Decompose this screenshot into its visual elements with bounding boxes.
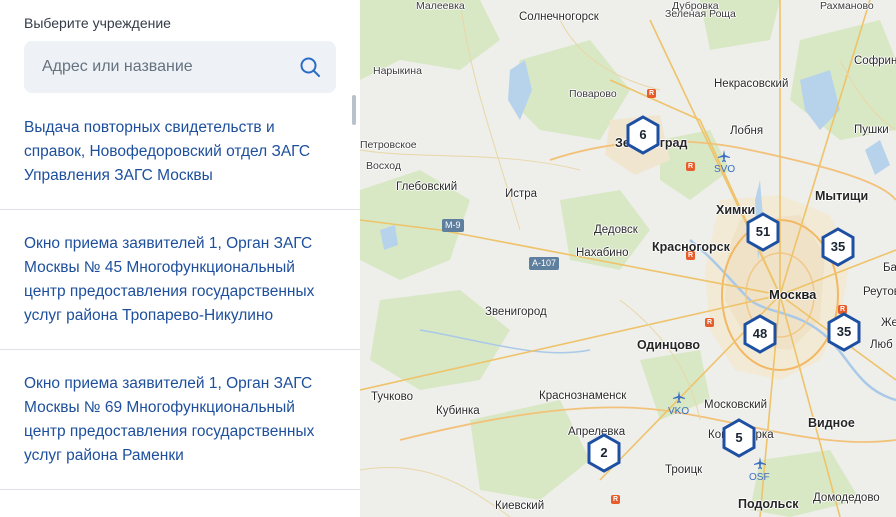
airport-label: OSF xyxy=(749,472,770,483)
place-label: Москва xyxy=(769,287,817,302)
place-label: Лобня xyxy=(730,125,764,137)
place-label: Малеевка xyxy=(416,0,465,12)
map-cluster-marker[interactable]: 35 xyxy=(820,227,856,267)
place-label: Тучково xyxy=(371,391,414,403)
place-label: Ба xyxy=(883,262,896,274)
place-label: Зеленая Роща xyxy=(665,8,736,20)
panel-label: Выберите учреждение xyxy=(24,15,171,31)
railway-icon: R xyxy=(611,495,620,504)
cluster-count: 2 xyxy=(600,445,608,460)
search-box xyxy=(24,41,336,93)
institution-panel: Выберите учреждение Выдача повторных сви… xyxy=(0,0,360,517)
map-cluster-marker[interactable]: 51 xyxy=(745,212,781,252)
place-label: Мытищи xyxy=(815,189,869,203)
place-label: Видное xyxy=(808,416,855,430)
airport-label: VKO xyxy=(668,406,690,417)
result-item-title: Выдача повторных свидетельств и справок,… xyxy=(24,119,311,184)
place-label: Одинцово xyxy=(637,338,701,352)
place-label: Краснознаменск xyxy=(539,390,627,402)
result-item[interactable]: Окно приема заявителей 1, Орган ЗАГС Мос… xyxy=(0,350,360,490)
search-input[interactable] xyxy=(24,41,336,93)
place-label: Некрасовский xyxy=(714,78,789,90)
result-item[interactable]: Окно приема заявителей 1, Орган ЗАГС Мос… xyxy=(0,210,360,350)
road-label-a107: А-107 xyxy=(529,257,560,270)
place-label: Глебовский xyxy=(396,181,458,193)
cluster-count: 5 xyxy=(735,430,743,445)
place-label: Пушки xyxy=(854,124,889,136)
result-item[interactable]: Выдача повторных свидетельств и справок,… xyxy=(0,104,360,210)
place-label: Московский xyxy=(704,399,768,411)
place-label: Киевский xyxy=(495,500,545,512)
results-list: Выдача повторных свидетельств и справок,… xyxy=(0,104,360,490)
place-label: Кубинка xyxy=(436,405,480,417)
cluster-count: 51 xyxy=(755,224,771,239)
place-label: Троицк xyxy=(665,464,703,476)
cluster-count: 35 xyxy=(836,324,852,339)
cluster-count: 48 xyxy=(752,326,768,341)
map-cluster-marker[interactable]: 6 xyxy=(625,115,661,155)
place-label: Реутов xyxy=(863,286,896,298)
place-label: Люб xyxy=(870,339,893,351)
map[interactable]: М-9 А-107 Малеевка Солнечногорск Дубровк… xyxy=(360,0,896,517)
place-label: Солнечногорск xyxy=(519,11,599,23)
place-label: Дедовск xyxy=(594,224,638,236)
place-label: Подольск xyxy=(738,497,799,511)
place-label: Петровское xyxy=(360,139,417,151)
map-cluster-marker[interactable]: 5 xyxy=(721,418,757,458)
place-label: Нахабино xyxy=(576,247,629,259)
cluster-count: 35 xyxy=(830,239,846,254)
place-label: Же xyxy=(881,317,896,329)
result-item-title: Окно приема заявителей 1, Орган ЗАГС Мос… xyxy=(24,375,315,464)
place-label: Звенигород xyxy=(485,306,547,318)
airport-icon xyxy=(718,150,730,162)
road-label-m9: М-9 xyxy=(442,219,464,232)
place-label: Восход xyxy=(366,160,401,172)
map-cluster-marker[interactable]: 2 xyxy=(586,433,622,473)
railway-icon: R xyxy=(705,318,714,327)
result-item-title: Окно приема заявителей 1, Орган ЗАГС Мос… xyxy=(24,235,315,324)
cluster-count: 6 xyxy=(639,127,647,142)
railway-icon: R xyxy=(686,251,695,260)
place-label: Софрин xyxy=(854,55,896,67)
map-cluster-marker[interactable]: 48 xyxy=(742,314,778,354)
place-label: Нарыкина xyxy=(373,65,422,77)
map-cluster-marker[interactable]: 35 xyxy=(826,312,862,352)
airport-icon xyxy=(754,457,766,469)
airport-icon xyxy=(673,391,685,403)
place-label: Поварово xyxy=(569,88,617,100)
railway-icon: R xyxy=(686,162,695,171)
place-label: Истра xyxy=(505,188,538,200)
search-icon[interactable] xyxy=(298,55,322,79)
railway-icon: R xyxy=(647,89,656,98)
place-label: Рахманово xyxy=(820,0,874,12)
airport-label: SVO xyxy=(714,164,736,175)
place-label: Домодедово xyxy=(813,492,880,504)
